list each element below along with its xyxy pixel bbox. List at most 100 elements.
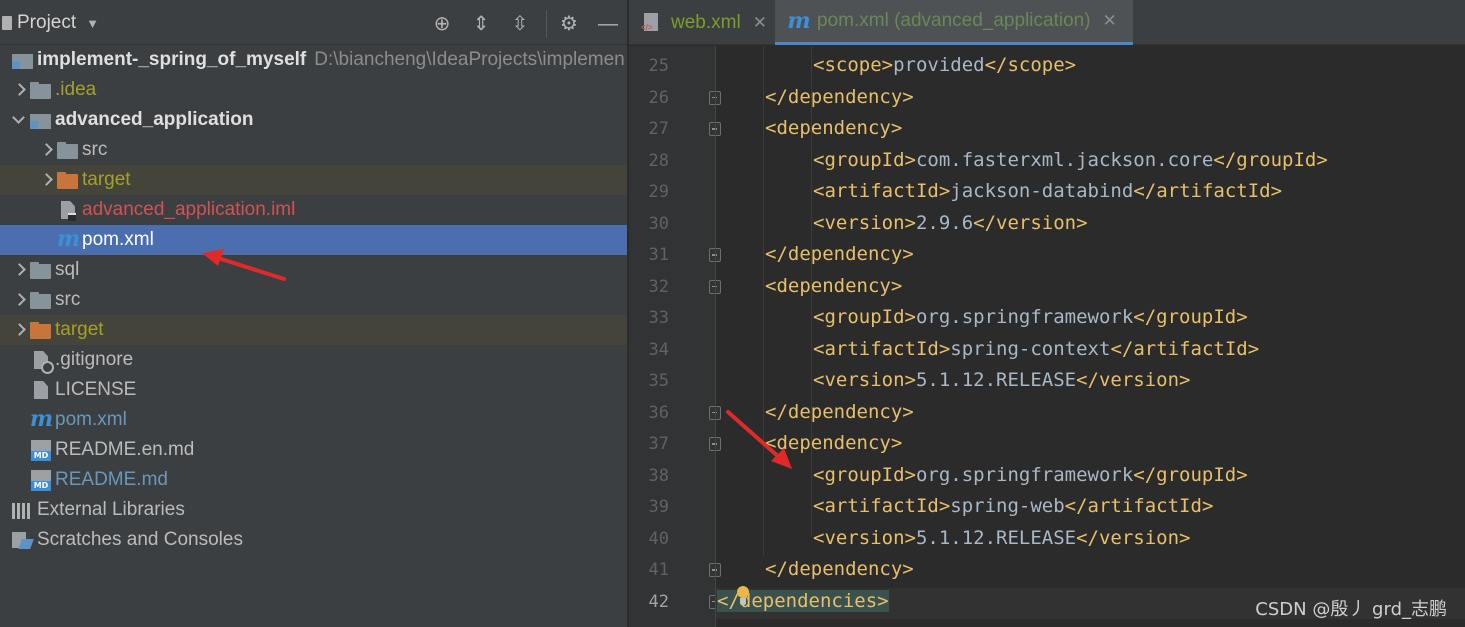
chevron-down-icon[interactable] xyxy=(10,105,28,135)
tree-item[interactable]: LICENSE xyxy=(0,375,627,405)
tree-item[interactable]: advanced_application.iml xyxy=(0,195,627,225)
xml-tag: <scope> xyxy=(813,54,894,76)
code-line[interactable]: </dependency> xyxy=(765,558,914,580)
tree-item[interactable]: Scratches and Consoles xyxy=(0,525,627,555)
code-line[interactable]: <groupId>com.fasterxml.jackson.core</gro… xyxy=(813,149,1328,171)
tree-item[interactable]: target xyxy=(0,165,627,195)
chevron-right-icon[interactable] xyxy=(10,285,28,315)
code-line[interactable]: <groupId>org.springframework</groupId> xyxy=(813,306,1248,328)
xml-text: org.springframework xyxy=(915,306,1134,328)
xml-tag: <version> xyxy=(813,211,916,234)
line-number: 27 xyxy=(648,119,669,139)
code-line[interactable]: <artifactId>jackson-databind</artifactId… xyxy=(813,180,1282,202)
xml-tag: </artifactId> xyxy=(1110,337,1260,360)
close-icon[interactable]: ✕ xyxy=(1103,11,1117,31)
code-line[interactable]: </dependency> xyxy=(765,86,914,108)
tree-item-label: src xyxy=(82,139,108,160)
folder-orange-icon xyxy=(55,165,82,195)
code-line[interactable]: <dependency> xyxy=(765,432,902,454)
xml-tag: </dependency> xyxy=(765,400,914,423)
module-icon xyxy=(10,45,37,75)
code-line[interactable]: <version>5.1.12.RELEASE</version> xyxy=(813,527,1191,549)
chevron-right-icon[interactable] xyxy=(10,255,28,285)
code-line[interactable]: </dependency> xyxy=(765,401,914,423)
tab-web-xml[interactable]: web.xml ✕ xyxy=(629,0,775,45)
watermark: CSDN @殷丿 grd_志鹏 xyxy=(1255,599,1447,620)
xml-tag: <groupId> xyxy=(813,463,916,486)
code-line[interactable]: <artifactId>spring-context</artifactId> xyxy=(813,338,1259,360)
chevron-down-icon[interactable]: ▼ xyxy=(86,16,99,31)
line-number: 30 xyxy=(648,213,669,234)
indent-guide xyxy=(763,46,764,556)
iml-file-icon xyxy=(55,195,82,225)
gitignore-file-icon xyxy=(28,345,55,375)
xml-tag: </groupId> xyxy=(1213,148,1328,171)
project-title: Project xyxy=(17,12,77,33)
tree-item[interactable]: External Libraries xyxy=(0,495,627,525)
tree-item[interactable]: .gitignore xyxy=(0,345,627,375)
xml-tag: </version> xyxy=(973,211,1088,234)
project-icon xyxy=(0,14,14,32)
code-line[interactable]: <groupId>org.springframework</groupId> xyxy=(813,464,1248,486)
tree-item[interactable]: sql xyxy=(0,255,627,285)
expand-all-icon[interactable]: ⇕ xyxy=(469,12,493,36)
close-icon[interactable]: ✕ xyxy=(753,13,767,33)
code-line[interactable]: <artifactId>spring-web</artifactId> xyxy=(813,495,1213,517)
chevron-right-icon[interactable] xyxy=(10,315,28,345)
line-number: 33 xyxy=(648,308,669,328)
tree-item[interactable]: README.md xyxy=(0,465,627,495)
project-header: Project ▼ ⊕ ⇕ ⇳ ⚙ — xyxy=(0,0,627,45)
chevron-right-icon[interactable] xyxy=(37,165,55,195)
chevron-right-icon[interactable] xyxy=(10,75,28,105)
tree-item[interactable]: implement-_spring_of_myself D:\biancheng\… xyxy=(0,45,627,75)
hide-panel-icon[interactable]: — xyxy=(596,12,620,36)
xml-text: spring-context xyxy=(950,337,1111,360)
tree-item[interactable]: m pom.xml xyxy=(0,225,627,255)
collapse-all-icon[interactable]: ⇳ xyxy=(508,12,532,36)
tree-item-label: pom.xml xyxy=(82,229,154,250)
line-number: 28 xyxy=(648,150,669,171)
maven-icon: m xyxy=(29,406,54,432)
tree-item[interactable]: .idea xyxy=(0,75,627,105)
tree-item-label: README.md xyxy=(55,469,168,490)
xml-tag: </groupId> xyxy=(1133,463,1248,486)
xml-tag: </version> xyxy=(1076,526,1191,549)
tree-item-label: Scratches and Consoles xyxy=(37,529,243,550)
line-number: 39 xyxy=(648,497,669,517)
xml-tag: <dependency> xyxy=(765,274,903,297)
tree-item-label: implement-_spring_of_myself xyxy=(37,49,307,70)
code-line[interactable]: <scope>provided</scope> xyxy=(813,54,1076,76)
line-number-gutter[interactable]: 25 26 27 28 29 30 31 32 33 34 35 36 37 38 39 40 41 42 xyxy=(629,46,721,627)
markdown-icon xyxy=(28,435,55,465)
tab-pom-xml[interactable]: m pom.xml (advanced_application) ✕ xyxy=(775,0,1133,45)
project-view-selector[interactable]: Project ▼ xyxy=(0,10,99,36)
gear-icon[interactable]: ⚙ xyxy=(557,12,581,36)
xml-tag: </groupId> xyxy=(1133,306,1248,328)
code-line[interactable]: <version>5.1.12.RELEASE</version> xyxy=(813,369,1191,391)
code-line[interactable]: <dependency> xyxy=(765,117,902,139)
tree-item[interactable]: m pom.xml xyxy=(0,405,627,435)
code-line[interactable]: </dependency> xyxy=(765,243,914,265)
lightbulb-icon[interactable] xyxy=(735,586,751,608)
code-line[interactable]: <version>2.9.6</version> xyxy=(813,212,1088,234)
tree-item[interactable]: advanced_application xyxy=(0,105,627,135)
line-number: 29 xyxy=(648,182,669,202)
tree-item[interactable]: target xyxy=(0,315,627,345)
tree-item[interactable]: src xyxy=(0,135,627,165)
xml-tag: <version> xyxy=(813,369,916,391)
tree-item[interactable]: README.en.md xyxy=(0,435,627,465)
xml-tag: <dependency> xyxy=(765,117,903,139)
code-editor[interactable]: <scope>provided</scope> </dependency> <dep… xyxy=(715,46,1465,627)
line-number: 42 xyxy=(648,591,669,612)
tree-item-label: README.en.md xyxy=(55,439,195,460)
tree-item[interactable]: src xyxy=(0,285,627,315)
libraries-icon xyxy=(10,495,37,525)
xml-text: org.springframework xyxy=(915,463,1134,486)
code-line[interactable]: <dependency> xyxy=(765,275,902,297)
chevron-right-icon[interactable] xyxy=(37,135,55,165)
locate-target-icon[interactable]: ⊕ xyxy=(430,12,454,36)
